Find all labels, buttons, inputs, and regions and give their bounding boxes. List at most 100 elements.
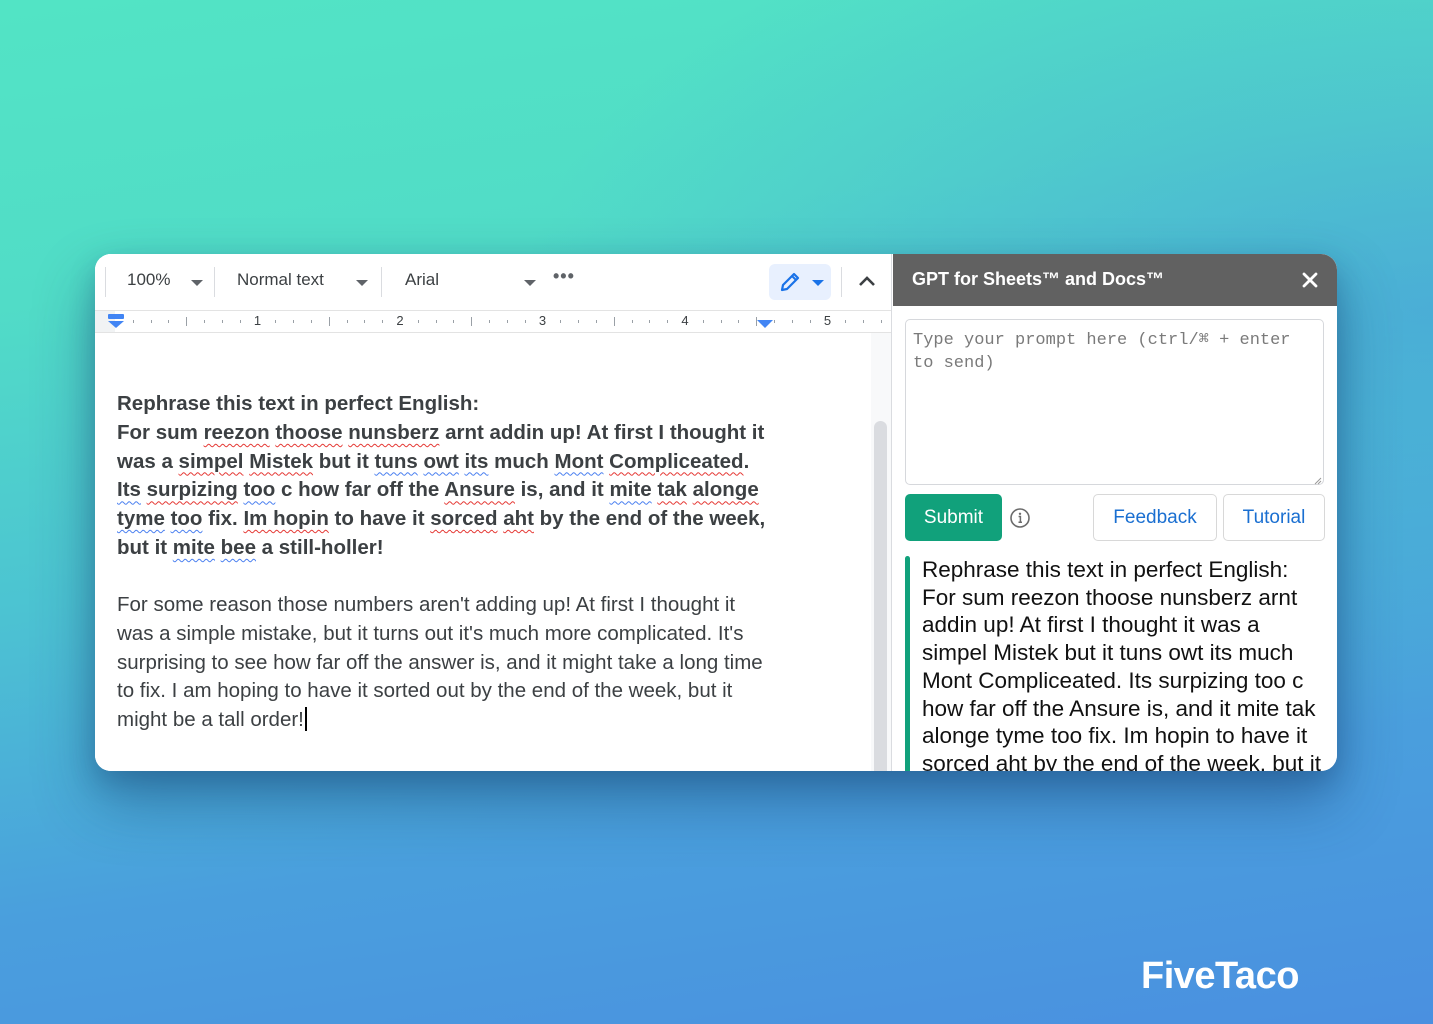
spelling-error-word[interactable]: sorced: [430, 507, 497, 530]
grammar-suggestion-word[interactable]: tyme: [117, 507, 165, 530]
app-window: 100% Normal text Arial ••• 1 2 3 4 5 Rep…: [95, 254, 1337, 771]
spelling-error-word[interactable]: Ansure: [444, 478, 515, 501]
ruler-number: 5: [823, 313, 832, 328]
prompt-heading: Rephrase this text in perfect English:: [117, 392, 480, 415]
ruler-number: 4: [681, 313, 689, 328]
prompt-text-run: c how far off the: [275, 478, 445, 502]
grammar-suggestion-word[interactable]: bee: [221, 536, 256, 559]
spelling-error-word[interactable]: nunsberz: [348, 421, 439, 444]
ruler-tick: [774, 320, 776, 323]
ruler-tick: [863, 320, 865, 323]
document-page[interactable]: Rephrase this text in perfect English: F…: [95, 333, 892, 771]
ruler-tick: [204, 320, 206, 323]
tutorial-button[interactable]: Tutorial: [1223, 494, 1325, 541]
toolbar-divider: [214, 267, 215, 297]
prompt-text-run: .: [743, 449, 750, 473]
grammar-suggestion-word[interactable]: owt: [423, 450, 458, 473]
spelling-error-word[interactable]: simpel: [179, 450, 244, 473]
ruler-number: 3: [538, 313, 547, 328]
grammar-suggestion-word[interactable]: its: [464, 450, 488, 473]
ruler-tick: [275, 320, 277, 323]
fivetaco-logo: FiveTaco: [1141, 955, 1299, 997]
ruler-tick: [667, 320, 669, 323]
prompt-text-run: fix.: [202, 507, 244, 531]
gpt-sidebar: GPT for Sheets™ and Docs™ Submit Feedbac…: [893, 254, 1337, 771]
toolbar-divider: [105, 267, 106, 297]
left-indent-marker[interactable]: [107, 313, 125, 329]
prompt-text-run: For sum: [117, 420, 204, 444]
feedback-button[interactable]: Feedback: [1093, 494, 1217, 541]
ruler-tick: [168, 320, 170, 323]
paragraph-style-value: Normal text: [237, 270, 324, 289]
chevron-down-icon: [812, 280, 824, 286]
ruler-tick: [150, 320, 152, 323]
spelling-error-word[interactable]: tak: [657, 478, 687, 501]
ruler-tick: [845, 320, 847, 323]
editing-mode-button[interactable]: [769, 264, 831, 300]
scrollbar-thumb[interactable]: [874, 421, 887, 771]
prompt-body: For sum reezon thoose nunsberz arnt addi…: [117, 419, 777, 563]
ruler-tick: [595, 320, 597, 323]
more-horizontal-icon[interactable]: •••: [553, 266, 575, 287]
grammar-suggestion-word[interactable]: too: [171, 507, 203, 530]
spelling-error-word[interactable]: Compliceated: [609, 450, 743, 473]
ruler[interactable]: 1 2 3 4 5: [95, 310, 892, 333]
ruler-tick: [417, 320, 419, 323]
zoom-value: 100%: [127, 270, 171, 289]
prompt-text-run: a still-holler!: [255, 535, 384, 559]
spelling-error-word[interactable]: aht: [503, 507, 534, 530]
spelling-error-word[interactable]: reezon: [204, 421, 270, 444]
ruler-tick: [791, 320, 793, 323]
ruler-tick: [382, 320, 384, 323]
grammar-suggestion-word[interactable]: Its: [117, 478, 141, 501]
rephrased-text: For some reason those numbers aren't add…: [117, 593, 763, 732]
ruler-tick: [649, 320, 651, 323]
ruler-tick: [132, 320, 134, 323]
grammar-suggestion-word[interactable]: Mont: [555, 450, 604, 473]
docs-editor: 100% Normal text Arial ••• 1 2 3 4 5 Rep…: [95, 254, 892, 771]
chevron-down-icon: [191, 280, 203, 286]
ruler-tick: [613, 317, 615, 326]
grammar-suggestion-word[interactable]: mite: [173, 536, 215, 559]
prompt-text-run: is, and it: [514, 478, 610, 502]
spelling-error-word[interactable]: Im hopin: [243, 507, 328, 530]
ruler-tick: [578, 320, 580, 323]
ruler-number: 1: [253, 313, 262, 328]
ruler-tick: [239, 320, 241, 323]
info-icon[interactable]: [1009, 507, 1031, 529]
toolbar-divider: [381, 267, 382, 297]
ruler-tick: [702, 320, 704, 323]
submit-button[interactable]: Submit: [905, 494, 1002, 541]
ruler-tick: [489, 320, 491, 323]
grammar-suggestion-word[interactable]: mite: [609, 478, 651, 501]
grammar-suggestion-word[interactable]: too: [243, 478, 275, 501]
pane-divider: [891, 254, 892, 771]
grammar-suggestion-word[interactable]: tuns: [375, 450, 418, 473]
ruler-tick: [720, 320, 722, 323]
rephrased-paragraph: For some reason those numbers aren't add…: [117, 591, 777, 735]
ruler-number: 2: [396, 313, 404, 328]
ruler-tick: [186, 317, 188, 326]
ruler-tick: [310, 320, 312, 323]
close-icon[interactable]: [1300, 270, 1320, 290]
spelling-error-word[interactable]: surpizing: [147, 478, 238, 501]
history-entry: Rephrase this text in perfect English: F…: [905, 556, 1325, 771]
prompt-text-run: to have it: [328, 507, 431, 531]
ruler-tick: [221, 320, 223, 323]
chevron-down-icon: [524, 280, 536, 286]
prompt-paragraph: Rephrase this text in perfect English: F…: [117, 390, 777, 563]
spelling-error-word[interactable]: alonge: [693, 478, 759, 501]
collapse-toolbar-button[interactable]: [855, 270, 879, 294]
ruler-tick: [560, 320, 562, 323]
ruler-tick: [471, 317, 473, 326]
ruler-tick: [880, 320, 882, 323]
spelling-error-word[interactable]: Mistek: [249, 450, 313, 473]
text-cursor: [304, 707, 307, 732]
right-indent-marker[interactable]: [756, 319, 774, 329]
chevron-down-icon: [356, 280, 368, 286]
prompt-input[interactable]: [905, 319, 1324, 485]
resize-grip-icon[interactable]: [1313, 476, 1322, 485]
prompt-text-run: much: [488, 449, 555, 473]
spelling-error-word[interactable]: thoose: [275, 421, 342, 444]
sidebar-header: GPT for Sheets™ and Docs™: [893, 254, 1337, 306]
